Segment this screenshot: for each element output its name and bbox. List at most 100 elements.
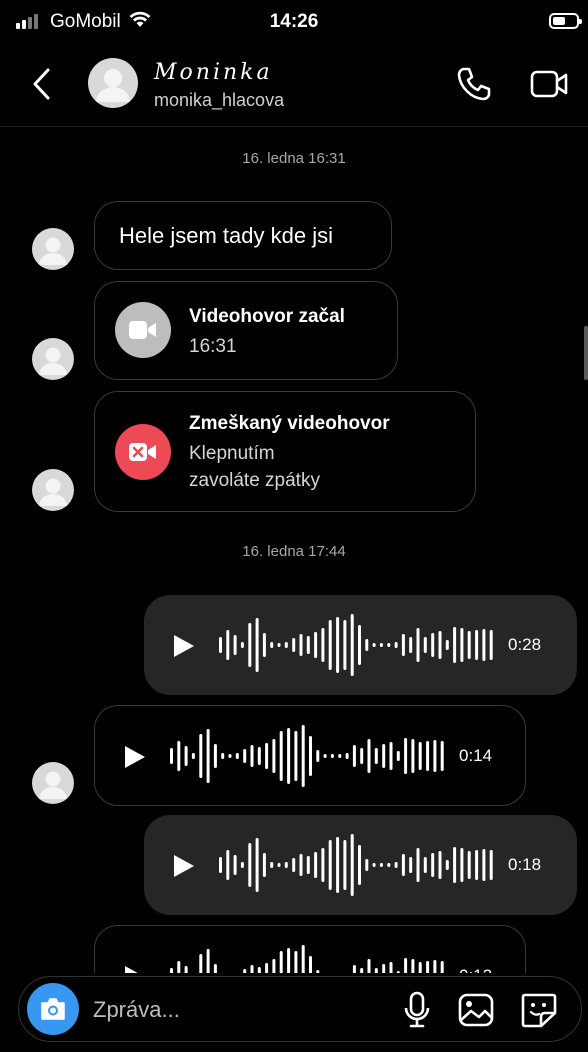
waveform-bar — [467, 631, 471, 659]
incoming-voice-message[interactable]: 0:14 — [94, 705, 526, 806]
audio-waveform — [219, 834, 493, 896]
waveform-bar — [401, 634, 405, 656]
waveform-bar — [233, 855, 237, 875]
waveform-bar — [294, 731, 298, 781]
waveform-bar — [360, 748, 364, 764]
battery-icon — [549, 13, 582, 29]
waveform-bar — [460, 848, 464, 882]
waveform-bar — [314, 632, 318, 658]
voice-duration: 0:28 — [508, 635, 542, 654]
outgoing-voice-message[interactable]: 0:18 — [144, 815, 577, 915]
waveform-bar — [219, 857, 222, 873]
waveform-bar — [431, 853, 435, 877]
waveform-bar — [262, 853, 266, 877]
waveform-bar — [467, 851, 471, 879]
waveform-bar — [411, 739, 415, 773]
waveform-bar — [379, 863, 383, 867]
sticker-icon[interactable] — [519, 991, 559, 1029]
missed-video-call-message[interactable]: Zmeškaný videohovor Klepnutím zavoláte z… — [94, 391, 476, 512]
waveform-bar — [438, 851, 442, 879]
incoming-text-message[interactable]: Hele jsem tady kde jsi — [94, 201, 392, 270]
waveform-bar — [338, 754, 342, 758]
message-input[interactable] — [91, 991, 375, 1029]
waveform-bar — [330, 754, 334, 758]
call-title: Zmeškaný videohovor — [189, 413, 390, 434]
waveform-bar — [287, 728, 291, 784]
waveform-bar — [321, 848, 325, 882]
contact-avatar-small — [32, 228, 74, 270]
video-camera-icon[interactable] — [528, 64, 572, 104]
chat-header: Moninka monika_hlacova — [0, 44, 588, 127]
voice-duration: 0:18 — [508, 855, 542, 874]
microphone-icon[interactable] — [401, 991, 433, 1029]
waveform-bar — [379, 643, 383, 647]
waveform-bar — [301, 725, 305, 787]
waveform-bar — [350, 614, 354, 676]
waveform-bar — [316, 750, 320, 762]
waveform-bar — [250, 745, 254, 767]
waveform-bar — [248, 623, 252, 667]
waveform-bar — [226, 850, 230, 880]
waveform-bar — [423, 857, 427, 873]
waveform-bar — [226, 630, 230, 660]
waveform-bar — [396, 751, 400, 761]
waveform-bar — [426, 741, 430, 771]
waveform-bar — [482, 629, 486, 661]
phone-icon[interactable] — [454, 64, 494, 104]
camera-icon[interactable] — [27, 983, 79, 1035]
waveform-bar — [240, 642, 244, 648]
waveform-bar — [433, 740, 437, 772]
play-icon[interactable] — [172, 633, 196, 659]
contact-display-name[interactable]: Moninka — [154, 60, 273, 85]
waveform-bar — [299, 634, 303, 656]
waveform-bar — [277, 863, 281, 867]
waveform-bar — [243, 749, 247, 763]
waveform-bar — [416, 628, 420, 662]
call-title: Videohovor začal — [189, 306, 345, 327]
contact-avatar-small — [32, 762, 74, 804]
audio-waveform — [219, 614, 493, 676]
play-icon[interactable] — [123, 744, 147, 770]
waveform-bar — [358, 625, 361, 665]
waveform-bar — [255, 838, 259, 892]
contact-avatar[interactable] — [88, 58, 138, 108]
play-icon[interactable] — [172, 853, 196, 879]
scrollbar[interactable] — [584, 326, 588, 380]
waveform-bar — [323, 754, 327, 758]
waveform-bar — [277, 643, 281, 647]
waveform-bar — [284, 862, 288, 868]
message-composer — [18, 976, 582, 1042]
waveform-bar — [306, 636, 310, 654]
waveform-bar — [199, 734, 203, 778]
waveform-bar — [372, 863, 376, 867]
waveform-bar — [257, 747, 261, 765]
waveform-bar — [233, 635, 237, 655]
video-call-started-message[interactable]: Videohovor začal 16:31 — [94, 281, 398, 380]
contact-username[interactable]: monika_hlacova — [154, 90, 284, 111]
waveform-bar — [409, 637, 413, 653]
waveform-bar — [345, 753, 349, 759]
callback-hint-line-2: zavoláte zpátky — [189, 470, 320, 491]
outgoing-voice-message[interactable]: 0:28 — [144, 595, 577, 695]
waveform-bar — [328, 620, 332, 670]
waveform-bar — [219, 637, 222, 653]
waveform-bar — [336, 617, 340, 673]
contact-avatar-small — [32, 338, 74, 380]
back-icon[interactable] — [26, 64, 60, 104]
waveform-bar — [262, 633, 266, 657]
waveform-bar — [489, 630, 493, 660]
waveform-bar — [453, 627, 457, 663]
waveform-bar — [235, 753, 239, 759]
gallery-icon[interactable] — [457, 991, 495, 1029]
audio-waveform — [170, 725, 444, 787]
waveform-bar — [279, 731, 283, 781]
waveform-bar — [460, 628, 464, 662]
waveform-bar — [284, 642, 288, 648]
waveform-bar — [248, 843, 252, 887]
waveform-bar — [321, 628, 325, 662]
waveform-bar — [489, 850, 493, 880]
waveform-bar — [292, 858, 296, 872]
waveform-bar — [228, 754, 232, 758]
video-camera-icon — [115, 302, 171, 358]
waveform-bar — [416, 848, 420, 882]
